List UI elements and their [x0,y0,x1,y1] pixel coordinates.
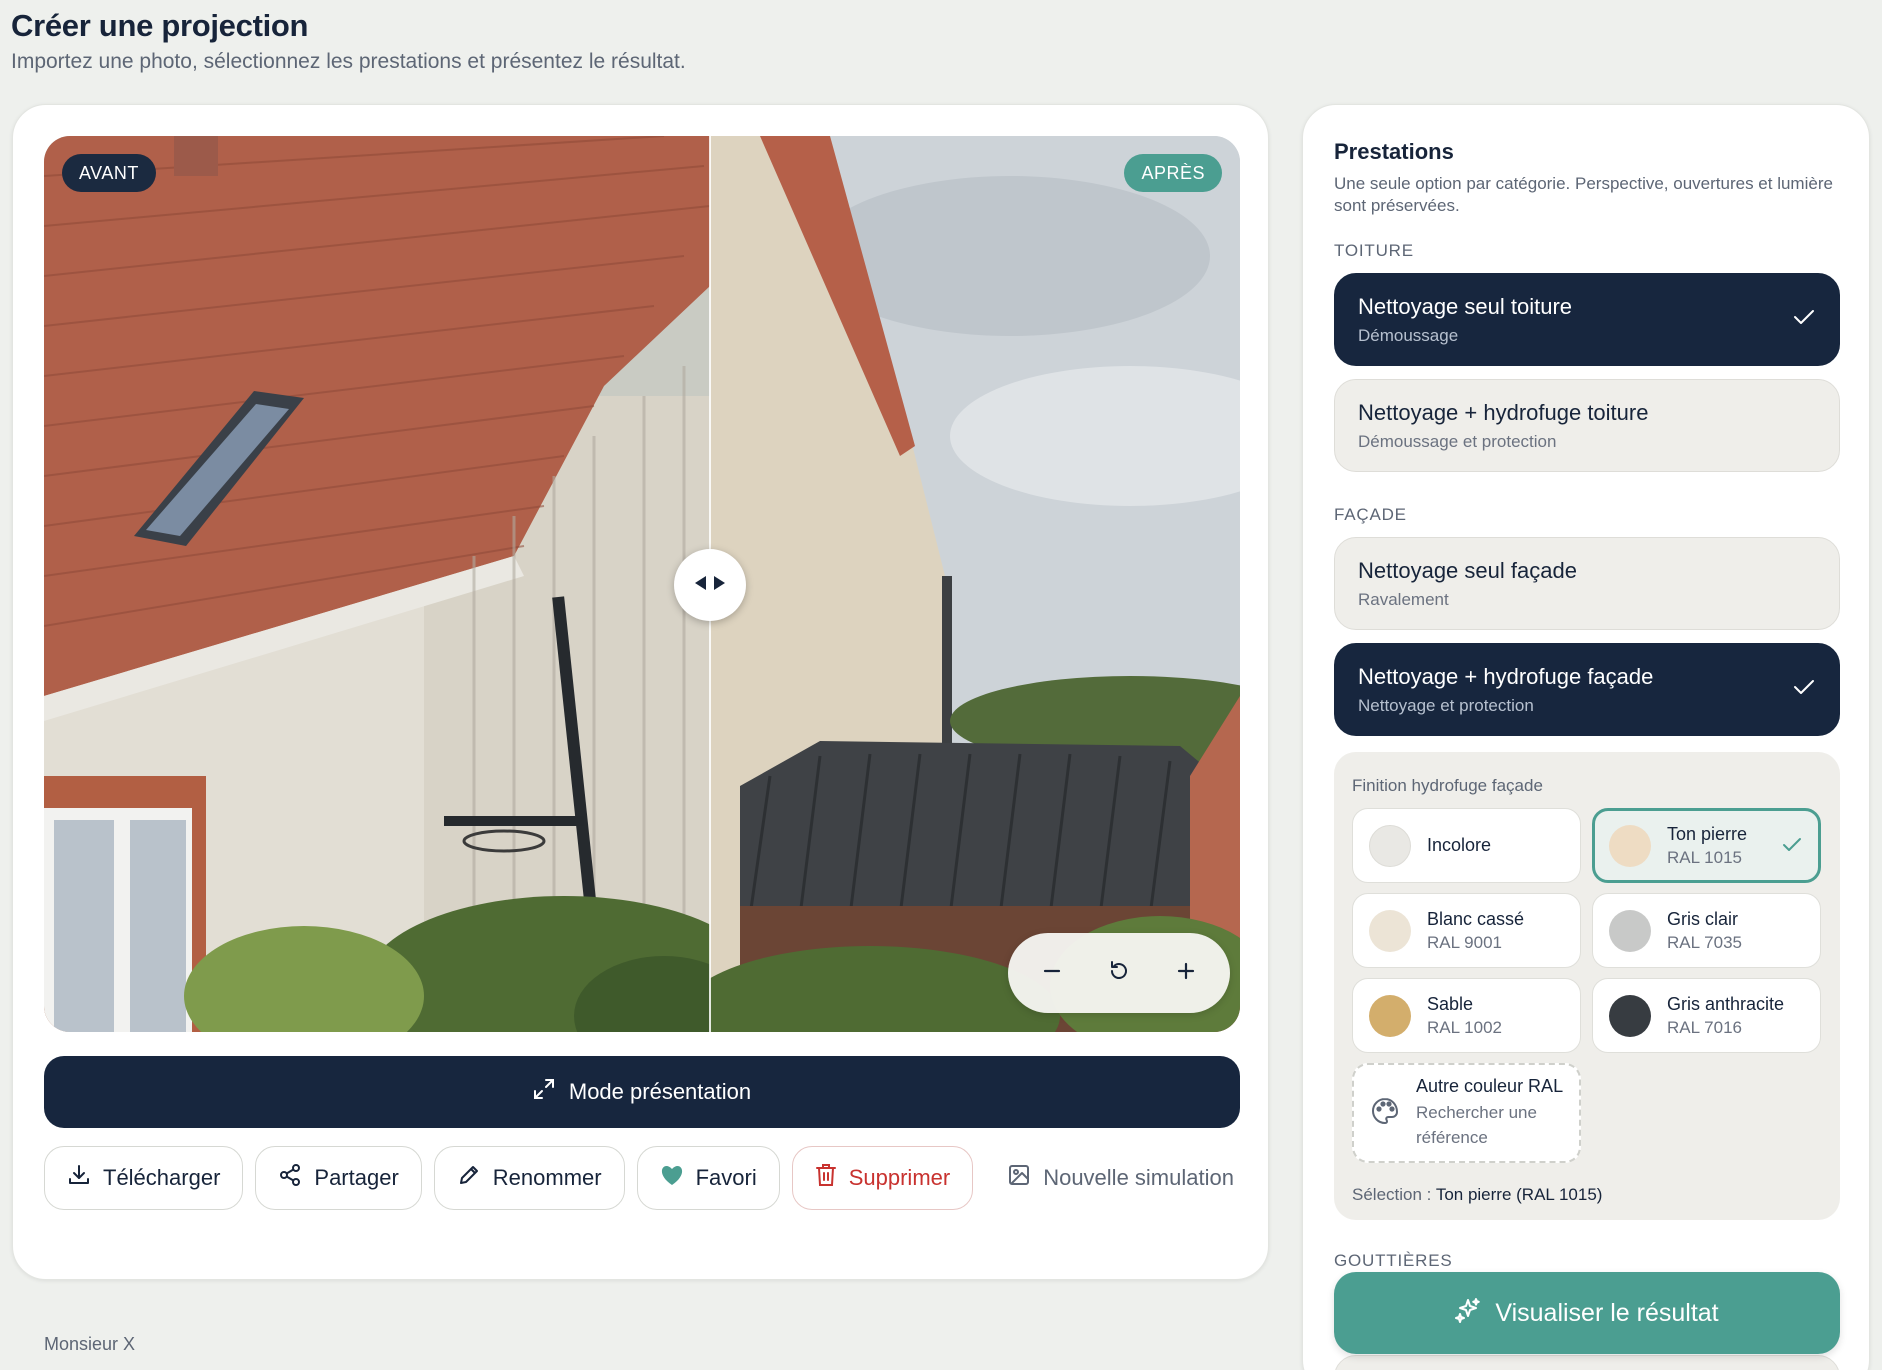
delete-button[interactable]: Supprimer [791,1146,974,1210]
option-toiture-hydrofuge[interactable]: Nettoyage + hydrofuge toiture Démoussage… [1334,379,1840,472]
expand-icon [533,1078,555,1106]
option-title: Nettoyage seul façade [1358,557,1577,583]
rename-button[interactable]: Renommer [433,1146,625,1210]
rename-label: Renommer [492,1165,602,1190]
category-label-facade: FAÇADE [1334,505,1407,524]
delete-label: Supprimer [848,1165,951,1190]
option-toiture-nettoyage-seul[interactable]: Nettoyage seul toiture Démoussage [1334,273,1840,366]
swatch-code: RAL 9001 [1427,932,1502,952]
option-subtitle: Nettoyage et protection [1358,695,1534,715]
download-icon [67,1163,91,1193]
new-simulation-button[interactable]: Nouvelle simulation [985,1146,1256,1210]
download-label: Télécharger [103,1165,221,1190]
swatch-code: RAL 7016 [1667,1017,1742,1037]
option-gouttieres-peek[interactable] [1334,1355,1840,1370]
compare-handle[interactable] [674,549,746,621]
selection-summary: Sélection : Ton pierre (RAL 1015) [1352,1185,1602,1205]
minus-icon [1042,961,1062,986]
action-bar: Télécharger Partager Renommer Favori Sup… [44,1146,1256,1210]
heart-icon [660,1164,684,1192]
option-facade-nettoyage-seul[interactable]: Nettoyage seul façade Ravalement [1334,537,1840,630]
panel-description: Une seule option par catégorie. Perspect… [1334,174,1833,215]
swatch-name: Gris anthracite [1667,993,1785,1014]
share-label: Partager [314,1165,399,1190]
trash-icon [815,1163,837,1193]
swatch-sub: Rechercher une référence [1416,1103,1537,1147]
option-subtitle: Démoussage [1358,325,1459,345]
share-icon [278,1163,302,1193]
zoom-in-button[interactable] [1158,945,1214,1001]
presentation-mode-button[interactable]: Mode présentation [44,1056,1240,1128]
color-dot [1609,994,1651,1037]
swatch-ton-pierre[interactable]: Ton pierre RAL 1015 [1592,808,1821,883]
swatch-name: Sable [1427,993,1474,1014]
swatch-name: Incolore [1427,835,1492,855]
visualize-result-label: Visualiser le résultat [1495,1298,1719,1327]
option-title: Nettoyage + hydrofuge toiture [1358,399,1649,425]
reset-icon [1107,959,1131,988]
reset-zoom-button[interactable] [1091,945,1147,1001]
swatch-name: Ton pierre [1667,823,1748,844]
new-simulation-label: Nouvelle simulation [1043,1165,1234,1190]
after-image [710,136,1240,1032]
swatch-sable[interactable]: Sable RAL 1002 [1352,978,1581,1053]
before-image [44,136,710,1032]
plus-icon [1176,961,1196,986]
share-button[interactable]: Partager [255,1146,422,1210]
check-icon [1782,837,1802,858]
color-dot [1369,824,1411,867]
services-panel: Prestations Une seule option par catégor… [1302,104,1870,1370]
color-dot [1609,824,1651,867]
category-label-gouttieres: GOUTTIÈRES [1334,1251,1453,1270]
option-title: Nettoyage seul toiture [1358,293,1573,319]
swatch-gris-clair[interactable]: Gris clair RAL 7035 [1592,893,1821,968]
swatch-name: Autre couleur RAL [1416,1076,1564,1096]
presentation-mode-label: Mode présentation [568,1079,752,1104]
option-subtitle: Ravalement [1358,589,1449,609]
selection-prefix: Sélection : [1352,1185,1432,1204]
favorite-button[interactable]: Favori [636,1146,780,1210]
category-label-toiture: TOITURE [1334,241,1414,260]
swatch-name: Blanc cassé [1427,908,1525,929]
option-title: Nettoyage + hydrofuge façade [1358,663,1654,689]
check-icon [1793,308,1815,331]
client-name: Monsieur X [44,1334,136,1354]
color-dot [1369,909,1411,952]
zoom-out-button[interactable] [1024,945,1080,1001]
swatch-other-ral[interactable]: Autre couleur RAL Rechercher une référen… [1352,1063,1581,1163]
swatch-code: RAL 1002 [1427,1017,1502,1037]
swatch-name: Gris clair [1667,908,1738,929]
page-title: Créer une projection [11,8,309,43]
projection-card: AVANT APRÈS Mode présentation Télécharge… [12,104,1269,1354]
color-dot [1369,994,1411,1037]
drag-arrows-icon [695,575,725,596]
image-icon [1007,1163,1031,1193]
favorite-label: Favori [695,1165,757,1190]
swatch-code: RAL 7035 [1667,932,1742,952]
selection-value: Ton pierre (RAL 1015) [1435,1185,1603,1204]
panel-title: Prestations [1334,139,1454,164]
swatch-gris-anthracite[interactable]: Gris anthracite RAL 7016 [1592,978,1821,1053]
visualize-result-button[interactable]: Visualiser le résultat [1334,1272,1840,1354]
swatch-incolore[interactable]: Incolore [1352,808,1581,883]
sparkles-icon [1455,1297,1481,1330]
pencil-icon [457,1163,481,1193]
after-badge: APRÈS [1124,154,1222,192]
page-subtitle: Importez une photo, sélectionnez les pre… [11,50,686,73]
zoom-controls [1008,933,1230,1013]
palette-icon [1370,1096,1400,1131]
finish-selector: Finition hydrofuge façade Incolore Ton p… [1334,752,1840,1220]
download-button[interactable]: Télécharger [44,1146,244,1210]
option-subtitle: Démoussage et protection [1358,431,1557,451]
color-dot [1609,909,1651,952]
swatch-code: RAL 1015 [1667,847,1742,867]
check-icon [1793,678,1815,701]
before-after-viewer[interactable]: AVANT APRÈS [44,136,1240,1032]
option-facade-hydrofuge[interactable]: Nettoyage + hydrofuge façade Nettoyage e… [1334,643,1840,736]
finish-label: Finition hydrofuge façade [1352,776,1543,795]
before-badge: AVANT [62,154,156,192]
swatch-blanc-casse[interactable]: Blanc cassé RAL 9001 [1352,893,1581,968]
